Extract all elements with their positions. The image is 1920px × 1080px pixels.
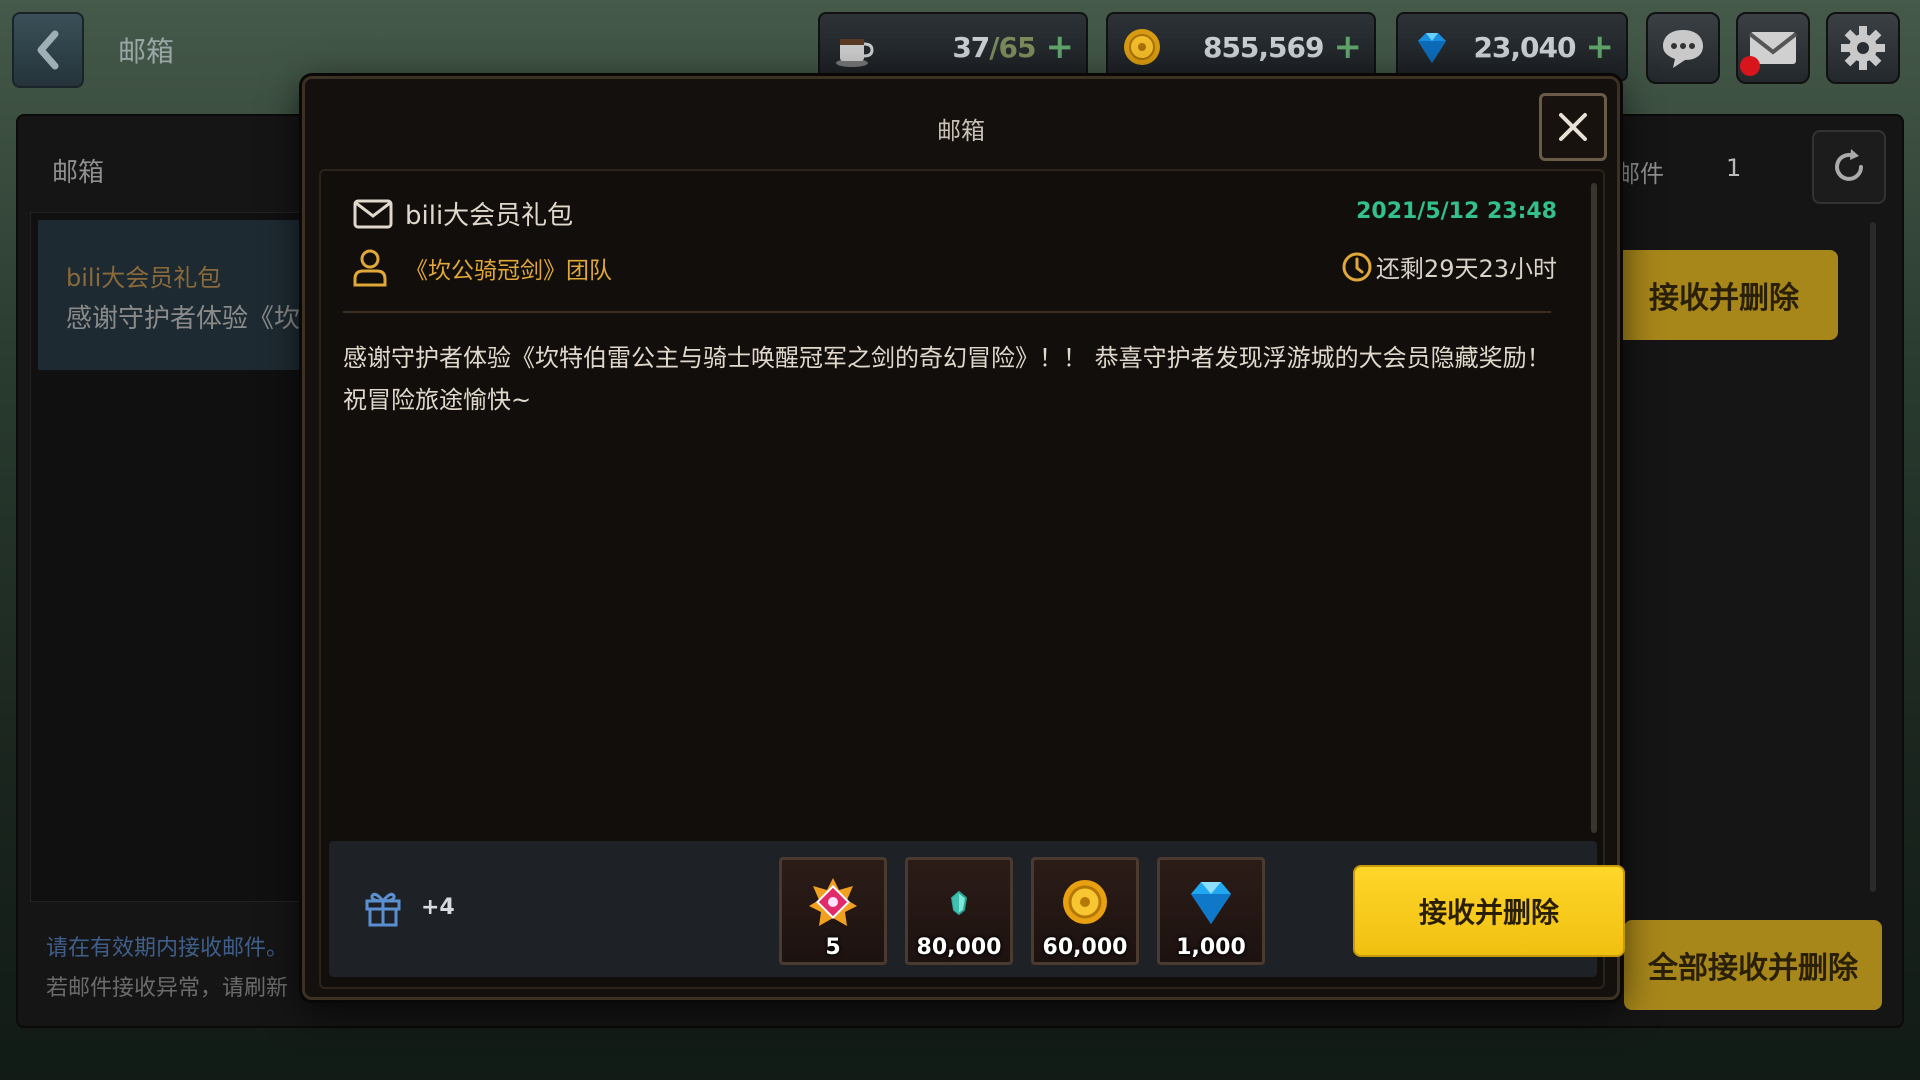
notification-dot bbox=[1740, 56, 1760, 76]
crystal-shard-icon bbox=[908, 876, 1010, 928]
reward-quantity: 5 bbox=[825, 935, 841, 960]
summon-ticket-icon bbox=[782, 876, 884, 928]
chat-button[interactable] bbox=[1646, 12, 1720, 84]
reward-item-gems[interactable]: 1,000 bbox=[1157, 857, 1265, 965]
blue-gem-icon bbox=[1410, 25, 1454, 69]
person-icon bbox=[353, 249, 387, 287]
reward-item-crystal-shard[interactable]: 80,000 bbox=[905, 857, 1013, 965]
refresh-icon bbox=[1835, 149, 1863, 181]
mail-list-item-title: bili大会员礼包 bbox=[66, 264, 222, 292]
mail-list-scrollbar[interactable] bbox=[1870, 222, 1876, 892]
refresh-button[interactable] bbox=[1812, 130, 1886, 204]
clock-icon bbox=[1342, 252, 1372, 282]
mail-detail-modal: 邮箱 bili大会员礼包 2021/5/12 23:48 《坎公骑冠剑》团队 还… bbox=[302, 76, 1625, 1000]
mail-list-item-preview: 感谢守护者体验《坎特伯雷 bbox=[66, 304, 306, 334]
envelope-icon bbox=[353, 199, 393, 229]
gold-amount: 855,569 bbox=[1202, 30, 1325, 64]
mail-list-item[interactable] bbox=[38, 220, 318, 370]
mailbox-note: 请在有效期内接收邮件。 bbox=[46, 936, 289, 961]
close-icon bbox=[1559, 113, 1587, 141]
mail-body: 感谢守护者体验《坎特伯雷公主与骑士唤醒冠军之剑的奇幻冒险》！！ 恭喜守护者发现浮… bbox=[343, 344, 1551, 414]
gold-coin-icon bbox=[1034, 876, 1136, 928]
reward-item-gold[interactable]: 60,000 bbox=[1031, 857, 1139, 965]
reward-item-summon-ticket[interactable]: 5 bbox=[779, 857, 887, 965]
back-button[interactable] bbox=[12, 12, 84, 88]
reward-quantity: 1,000 bbox=[1176, 935, 1246, 960]
chat-bubble-icon bbox=[1663, 30, 1703, 68]
divider bbox=[343, 311, 1551, 313]
gold-counter[interactable]: 855,569 + bbox=[1106, 12, 1376, 82]
gift-icon bbox=[365, 892, 401, 927]
gear-icon bbox=[1841, 26, 1885, 70]
mail-count-label: 邮件 bbox=[1616, 160, 1664, 188]
mail-button[interactable] bbox=[1736, 12, 1810, 84]
mail-body-scrollbar[interactable] bbox=[1591, 183, 1597, 833]
gem-amount: 23,040 bbox=[1473, 30, 1576, 64]
mailbox-panel-title: 邮箱 bbox=[52, 158, 105, 188]
mail-sender: 《坎公骑冠剑》团队 bbox=[405, 258, 612, 284]
gift-count: +4 bbox=[421, 895, 455, 920]
gem-counter[interactable]: 23,040 + bbox=[1396, 12, 1628, 82]
modal-title: 邮箱 bbox=[937, 117, 985, 145]
gold-plus-button[interactable]: + bbox=[1334, 30, 1363, 64]
stamina-plus-button[interactable]: + bbox=[1046, 30, 1075, 64]
mail-title: bili大会员礼包 bbox=[405, 201, 574, 231]
claim-all-delete-button[interactable]: 全部接收并删除 bbox=[1624, 920, 1882, 1010]
claim-delete-button[interactable]: 接收并删除 bbox=[1353, 865, 1625, 957]
mail-expiry: 还剩29天23小时 bbox=[1375, 255, 1557, 283]
gold-coin-icon bbox=[1120, 25, 1164, 69]
stamina-max: /65 bbox=[989, 30, 1036, 64]
close-button[interactable] bbox=[1539, 93, 1607, 161]
page-title: 邮箱 bbox=[118, 35, 175, 68]
reward-bar: +4 5 80,000 60,000 1,000 接收并删除 bbox=[329, 841, 1625, 977]
reward-quantity: 80,000 bbox=[916, 935, 1002, 960]
mail-count-value: 1 bbox=[1726, 154, 1742, 182]
gem-plus-button[interactable]: + bbox=[1586, 30, 1615, 64]
chevron-left-icon bbox=[37, 30, 59, 70]
mail-date: 2021/5/12 23:48 bbox=[1356, 199, 1557, 224]
coffee-cup-icon bbox=[832, 25, 876, 69]
claim-delete-button-background[interactable]: 接收并删除 bbox=[1610, 250, 1838, 340]
settings-button[interactable] bbox=[1826, 12, 1900, 84]
mailbox-note-secondary: 若邮件接收异常，请刷新 bbox=[46, 976, 289, 1001]
stamina-current: 37 bbox=[952, 30, 990, 64]
reward-quantity: 60,000 bbox=[1042, 935, 1128, 960]
stamina-counter[interactable]: 37/65 + bbox=[818, 12, 1088, 82]
blue-gem-icon bbox=[1160, 876, 1262, 928]
